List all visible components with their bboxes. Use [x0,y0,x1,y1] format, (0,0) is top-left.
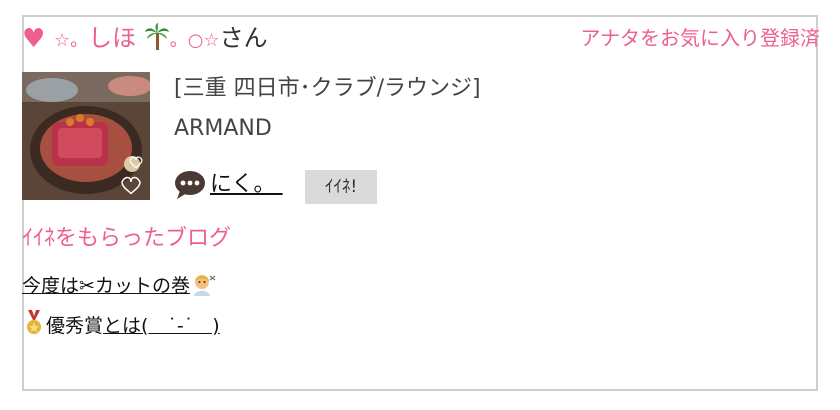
palm-tree-icon [144,23,170,51]
name-prefix: ☆。 [54,30,89,51]
shop-name[interactable]: ARMAND [174,114,272,144]
honorific: さん [219,24,268,52]
blog-text: 優秀賞 [46,315,104,337]
shop-location[interactable]: [三重 四日市･クラブ/ラウンジ] [174,74,481,104]
blog-text: 今度は [22,275,80,297]
blog-link[interactable]: 優秀賞とは( ˙-˙ ) [22,310,220,343]
heart-icon: ♥ [22,24,46,54]
speech-bubble-icon [174,170,206,200]
user-name[interactable]: ☆。しほ 。○☆さん [54,22,268,57]
name-suffix: 。○☆ [169,30,220,51]
favorite-status: アナタをお気に入り登録済 [580,26,820,50]
shop-thumbnail[interactable] [22,72,150,200]
medal-icon [22,310,46,343]
card-header: ♥ ☆。しほ 。○☆さん アナタをお気に入り登録済 [22,22,820,56]
scissors-icon: ✂ [79,275,95,297]
liked-blogs-title: ｲｲﾈをもらったブログ [22,226,232,251]
blog-text-link: とは( ˙-˙ ) [103,315,220,337]
like-button[interactable]: ｲｲﾈ! [305,170,377,204]
comment-link[interactable]: にく。 [210,168,283,202]
blog-link[interactable]: 今度は✂カットの巻 [22,272,216,303]
barber-person-icon [190,272,216,303]
blog-text: カットの巻 [94,275,190,297]
name-main: しほ [88,24,137,52]
